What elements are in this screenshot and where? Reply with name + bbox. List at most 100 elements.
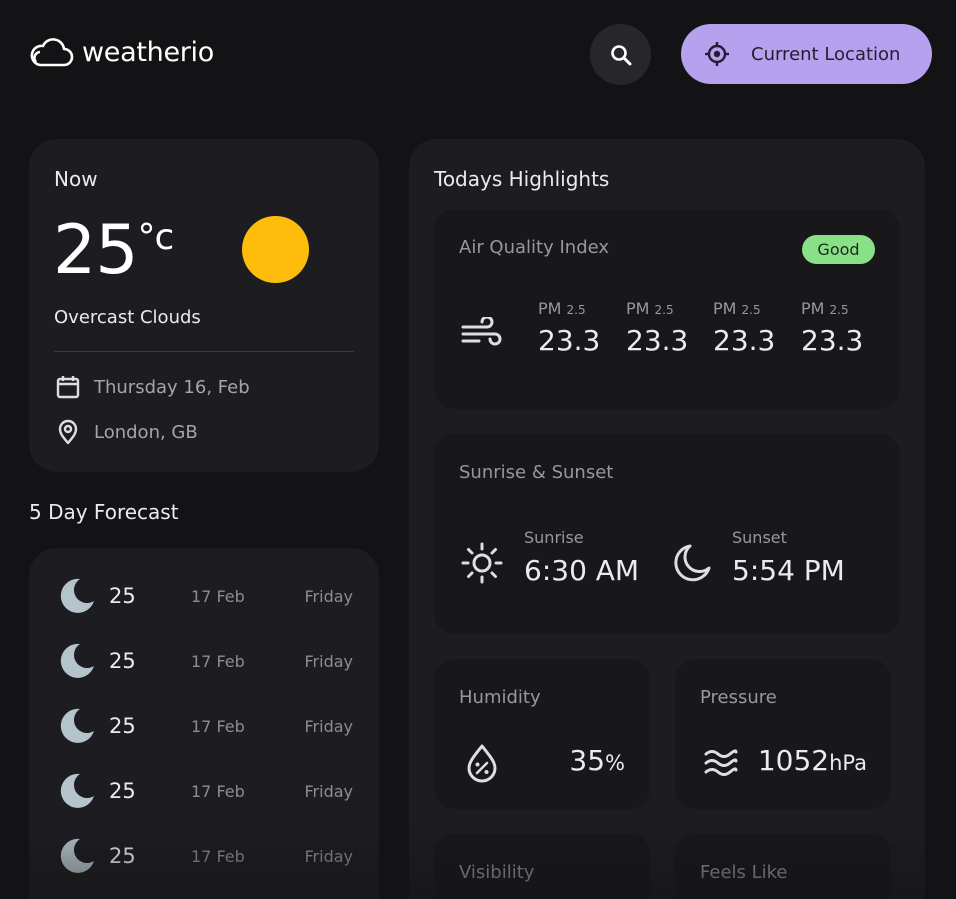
pressure-card: Pressure 1052hPa [675,659,891,809]
visibility-label: Visibility [459,862,535,883]
current-date-row: Thursday 16, Feb [54,373,250,401]
forecast-day: Friday [304,651,354,671]
pm-value: 23.3 [538,324,601,357]
search-icon [610,44,631,65]
highlights-card: Todays Highlights Air Quality Index Good… [409,139,925,899]
current-temperature: 25°c [53,211,175,290]
pm-name: PM [801,299,825,318]
pressure-value: 1052hPa [758,744,867,777]
forecast-day: Friday [304,716,354,736]
pm-item: PM 2.5 23.3 [801,299,871,357]
forecast-temp: 25 [109,584,136,608]
pressure-label: Pressure [700,687,777,708]
pm-value: 23.3 [626,324,689,357]
forecast-day: Friday [304,781,354,801]
current-date: Thursday 16, Feb [94,376,250,398]
pm-label: PM 2.5 [801,299,871,318]
forecast-temp: 25 [109,714,136,738]
sunrise-sunset-card: Sunrise & Sunset Sunrise 6:30 AM Sunset … [434,434,900,634]
weather-description: Overcast Clouds [54,307,201,328]
calendar-icon [56,376,80,399]
pm-value: 23.3 [801,324,864,357]
pressure-unit: hPa [829,751,867,775]
aqi-label: Air Quality Index [459,237,610,258]
humidity-card: Humidity 35% [434,659,650,809]
pm-name: PM [713,299,737,318]
highlights-title: Todays Highlights [434,167,610,191]
moon-outline-icon [674,544,711,582]
sun-outline-icon [461,542,503,584]
pm-label: PM 2.5 [713,299,783,318]
location-pin-icon [58,419,78,445]
pm-item: PM 2.5 23.3 [713,299,783,357]
forecast-row: 25 17 Feb Friday [56,704,356,748]
forecast-card: 25 17 Feb Friday 25 17 Feb Friday 25 17 … [29,548,379,899]
pm-item: PM 2.5 23.3 [626,299,696,357]
pm-subscript: 2.5 [566,303,586,317]
forecast-row: 25 17 Feb Friday [56,639,356,683]
forecast-date: 17 Feb [191,846,245,866]
sun-icon [242,216,309,283]
forecast-date: 17 Feb [191,651,245,671]
humidity-label: Humidity [459,687,541,708]
current-location-row: London, GB [54,418,198,446]
forecast-temp: 25 [109,649,136,673]
current-location-button[interactable]: Current Location [681,24,932,84]
forecast-day: Friday [304,586,354,606]
forecast-date: 17 Feb [191,586,245,606]
humidity-unit: % [605,751,625,775]
moon-icon [60,708,94,743]
moon-icon [60,578,94,613]
temperature-value: 25 [53,211,139,290]
forecast-temp: 25 [109,844,136,868]
moon-icon [60,838,94,873]
pm-item: PM 2.5 23.3 [538,299,608,357]
forecast-row: 25 17 Feb Friday [56,834,356,878]
cloud-icon [30,38,74,67]
sunset-label: Sunset [732,528,787,547]
forecast-day: Friday [304,846,354,866]
forecast-title: 5 Day Forecast [29,500,179,524]
forecast-row: 25 17 Feb Friday [56,769,356,813]
header: weatherio Current Location [0,0,956,110]
feels-like-card: Feels Like [675,834,891,899]
sun-card-label: Sunrise & Sunset [459,462,614,483]
logo[interactable]: weatherio [28,36,214,68]
pm-value: 23.3 [713,324,776,357]
forecast-date: 17 Feb [191,781,245,801]
current-weather-card: Now 25°c Overcast Clouds Thursday 16, Fe… [29,139,379,472]
moon-icon [60,643,94,678]
pm-subscript: 2.5 [829,303,849,317]
pm-subscript: 2.5 [654,303,674,317]
temperature-unit: °c [137,217,175,258]
crosshair-icon [705,42,729,66]
forecast-date: 17 Feb [191,716,245,736]
current-location-label: Current Location [751,43,901,65]
wind-icon [461,317,502,346]
waves-icon [704,749,738,776]
app-name: weatherio [82,36,214,68]
humidity-number: 35 [569,744,606,777]
visibility-card: Visibility [434,834,650,899]
humidity-value: 35% [569,744,625,777]
search-button[interactable] [590,24,651,85]
air-quality-card: Air Quality Index Good PM 2.5 23.3 PM 2.… [434,209,900,409]
pm-name: PM [538,299,562,318]
weather-app: weatherio Current Location Now 25°c Over [0,0,956,899]
humidity-drop-icon [467,744,497,783]
pm-label: PM 2.5 [626,299,696,318]
pm-name: PM [626,299,650,318]
current-location: London, GB [94,421,198,443]
sunrise-label: Sunrise [524,528,584,547]
forecast-temp: 25 [109,779,136,803]
divider [54,351,354,352]
forecast-row: 25 17 Feb Friday [56,574,356,618]
sunrise-time: 6:30 AM [524,554,640,587]
pm-subscript: 2.5 [741,303,761,317]
pm-label: PM 2.5 [538,299,608,318]
sunset-time: 5:54 PM [732,554,845,587]
pressure-number: 1052 [757,744,830,777]
feels-like-label: Feels Like [700,862,788,883]
current-title: Now [54,167,98,191]
aqi-status-badge: Good [802,235,875,264]
